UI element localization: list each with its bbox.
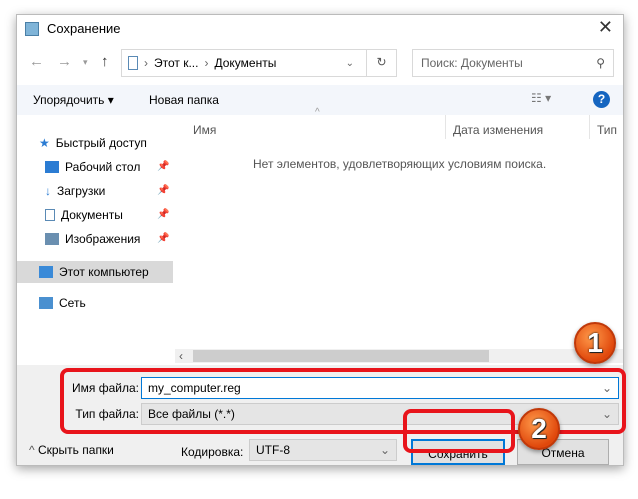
documents-icon <box>45 209 55 221</box>
search-icon: ⚲ <box>596 56 605 70</box>
step-badge-2: 2 <box>518 408 560 450</box>
search-placeholder: Поиск: Документы <box>421 56 523 70</box>
breadcrumb-documents[interactable]: Документы <box>214 56 276 70</box>
sidebar-quick-access[interactable]: ★ Быстрый доступ <box>39 133 147 153</box>
pin-icon: 📌 <box>157 209 170 220</box>
encoding-select[interactable]: UTF-8 ⌄ <box>249 439 397 461</box>
sidebar-network[interactable]: Сеть <box>39 293 86 313</box>
sidebar-item-desktop[interactable]: Рабочий стол <box>45 157 140 177</box>
highlight-save-button <box>403 409 515 453</box>
view-options-icon[interactable]: ☷ ▾ <box>531 91 551 105</box>
navigation-pane: ★ Быстрый доступ Рабочий стол 📌 ↓ Загрузки… <box>17 115 173 363</box>
back-button[interactable]: ← <box>29 53 44 70</box>
organize-button[interactable]: Упорядочить ▾ <box>33 93 114 107</box>
chevron-down-icon[interactable]: ⌄ <box>346 58 354 69</box>
scrollbar-thumb[interactable] <box>193 350 489 362</box>
close-button[interactable]: ✕ <box>598 17 613 38</box>
refresh-icon[interactable]: ↻ <box>366 50 396 76</box>
network-icon <box>39 297 53 309</box>
column-date[interactable]: Дата изменения <box>453 123 543 137</box>
star-icon: ★ <box>39 136 50 150</box>
forward-button[interactable]: → <box>57 53 72 70</box>
sidebar-this-pc[interactable]: Этот компьютер <box>39 262 149 282</box>
sidebar-item-pictures[interactable]: Изображения <box>45 229 140 249</box>
recent-dropdown[interactable]: ▾ <box>83 57 88 68</box>
address-bar[interactable]: › Этот к... › Документы ⌄ ↻ <box>121 49 397 77</box>
step-badge-1: 1 <box>574 322 616 364</box>
scroll-left-icon: ‹ <box>179 349 183 363</box>
documents-icon <box>128 56 138 70</box>
pin-icon: 📌 <box>157 185 170 196</box>
sidebar-item-downloads[interactable]: ↓ Загрузки <box>45 181 105 201</box>
pictures-icon <box>45 233 59 245</box>
window-title: Сохранение <box>47 21 121 36</box>
up-button[interactable]: ↑ <box>101 53 109 70</box>
pin-icon: 📌 <box>157 233 170 244</box>
column-headers: ^ Имя Дата изменения Тип <box>175 107 623 139</box>
sidebar-item-documents[interactable]: Документы <box>45 205 123 225</box>
encoding-label: Кодировка: <box>181 445 244 459</box>
empty-message: Нет элементов, удовлетворяющих условиям … <box>253 157 547 171</box>
hide-folders-button[interactable]: ^ Скрыть папки <box>29 443 114 457</box>
column-type[interactable]: Тип <box>597 123 617 137</box>
breadcrumb-this-pc[interactable]: Этот к... <box>154 56 198 70</box>
help-icon[interactable]: ? <box>593 91 610 108</box>
computer-icon <box>39 266 53 278</box>
toolbar: Упорядочить ▾ Новая папка ☷ ▾ ? <box>17 85 623 115</box>
search-input[interactable]: Поиск: Документы ⚲ <box>412 49 614 77</box>
sort-ascending-icon: ^ <box>315 107 320 118</box>
column-name[interactable]: Имя <box>193 123 216 137</box>
notepad-icon <box>25 22 39 36</box>
download-icon: ↓ <box>45 184 51 198</box>
new-folder-button[interactable]: Новая папка <box>149 93 219 107</box>
pin-icon: 📌 <box>157 161 170 172</box>
desktop-icon <box>45 161 59 173</box>
horizontal-scrollbar[interactable]: ‹ <box>175 349 623 363</box>
